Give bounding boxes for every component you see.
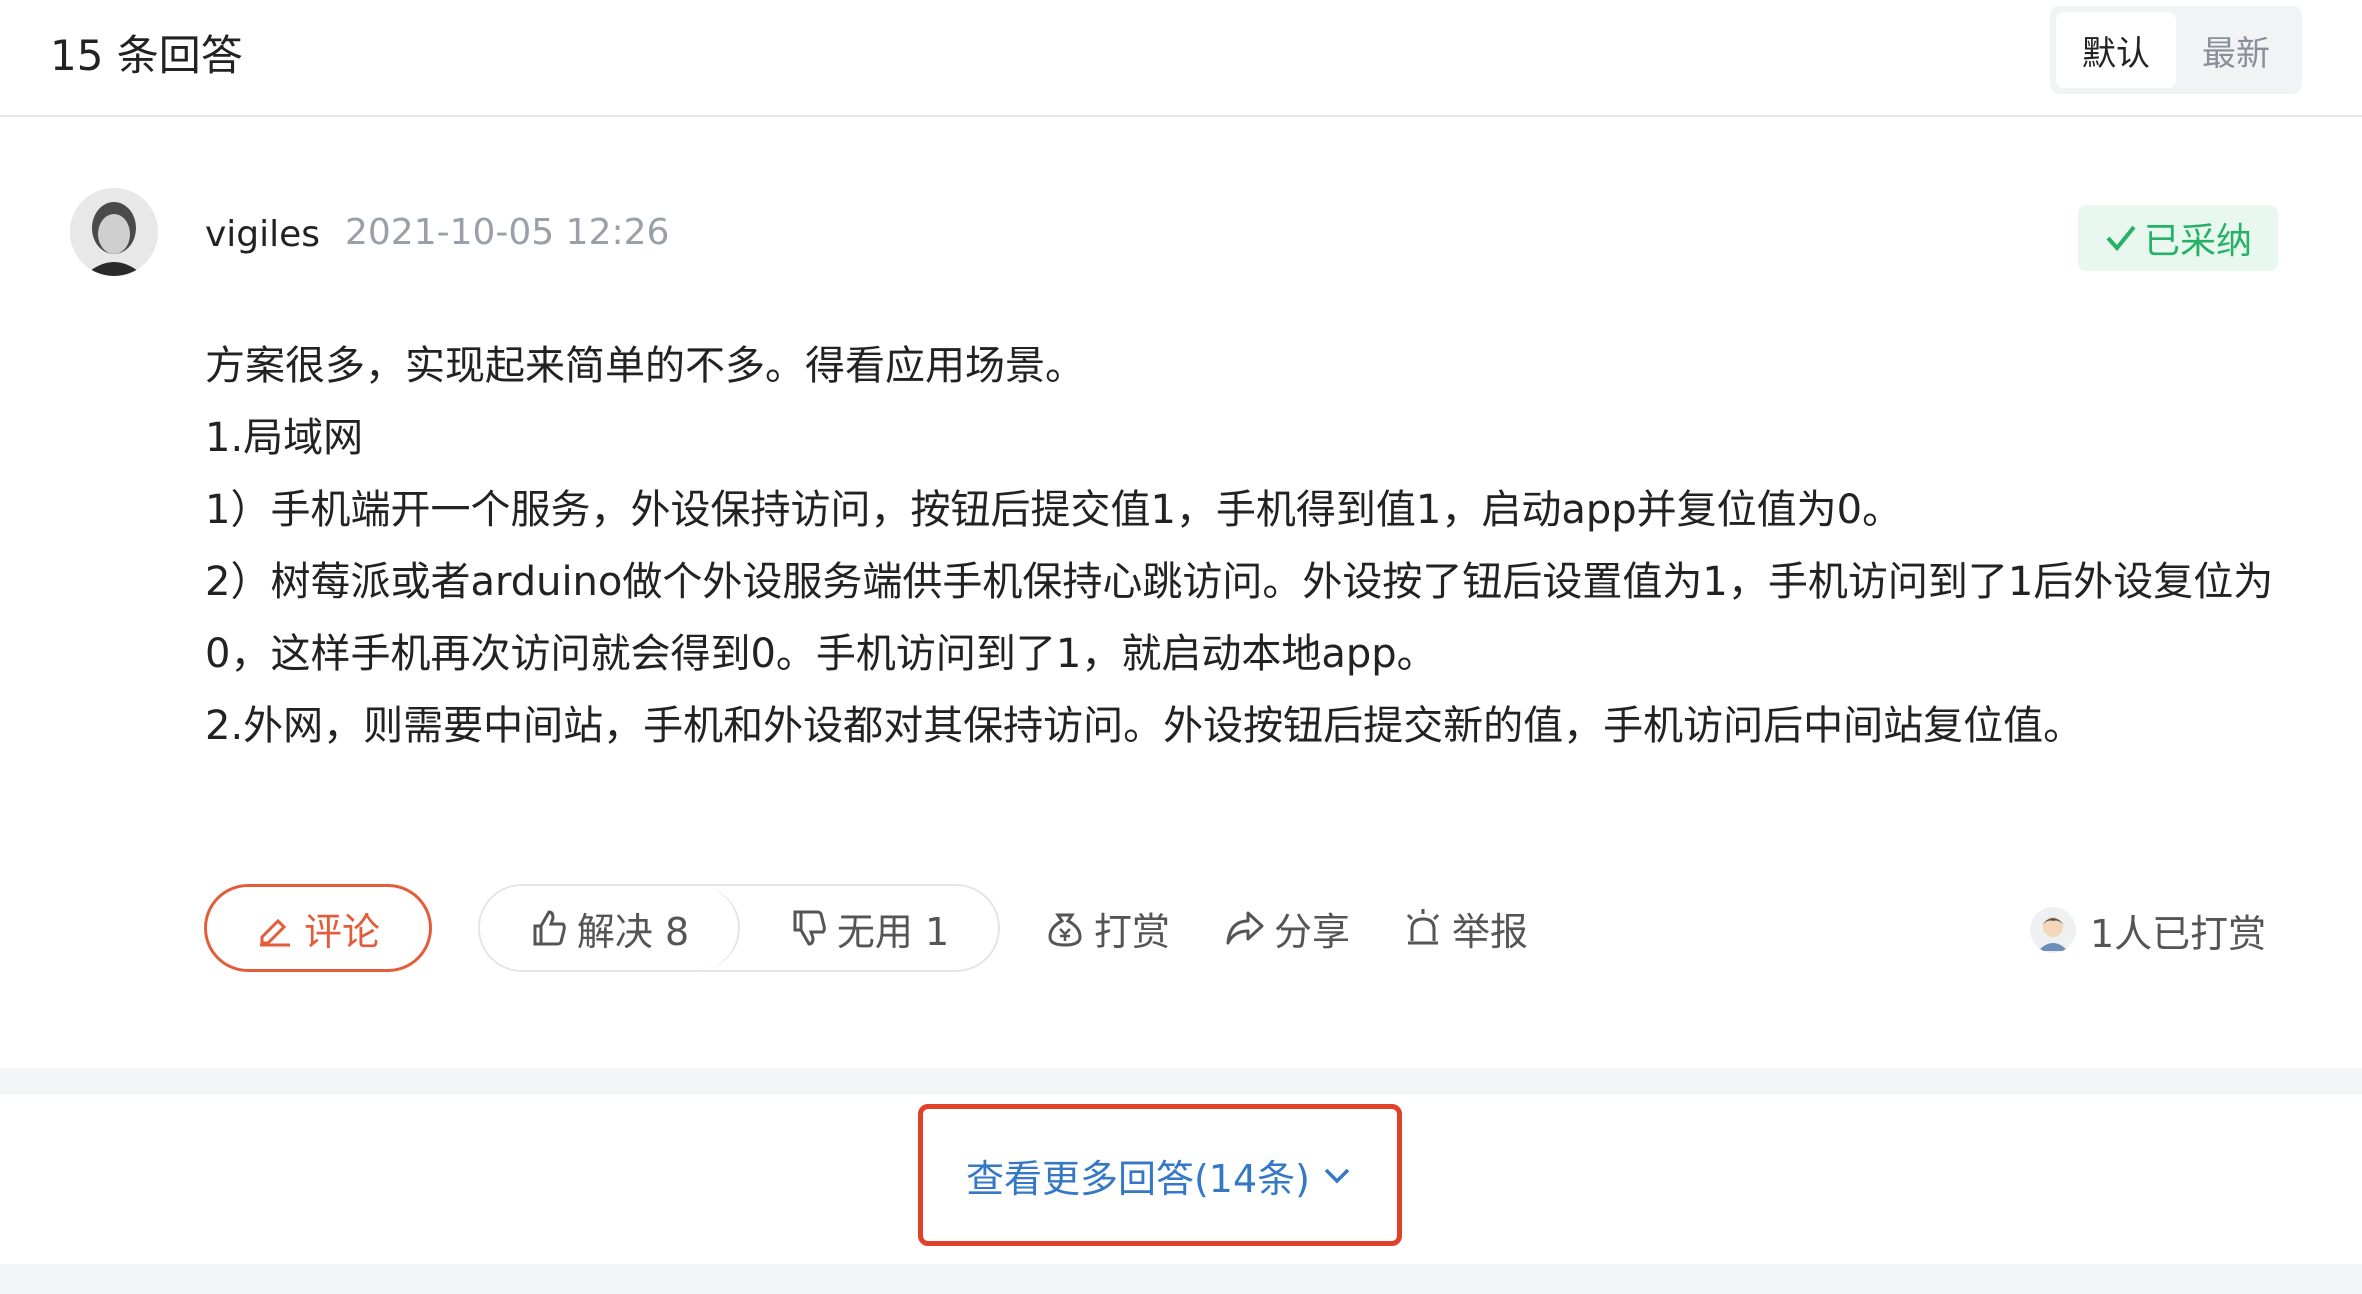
sort-latest-button[interactable]: 最新 (2176, 12, 2296, 88)
alarm-icon (1402, 907, 1444, 949)
author-name[interactable]: vigiles (205, 214, 320, 255)
view-more-label: 查看更多回答(14条) (965, 1156, 1310, 1201)
answers-header: 15 条回答 默认 最新 (0, 0, 2362, 117)
accepted-badge: 已采纳 (2078, 205, 2278, 271)
comment-button[interactable]: 评论 (204, 884, 432, 972)
tipped-info-label: 1人已打赏 (2090, 911, 2267, 956)
tip-label: 打赏 (1094, 909, 1171, 954)
tipped-info[interactable]: 1人已打赏 (2030, 898, 2266, 962)
content-line: 方案很多，实现起来简单的不多。得看应用场景。 (205, 343, 1085, 389)
report-button[interactable]: 举报 (1402, 884, 1528, 972)
share-label: 分享 (1274, 909, 1351, 954)
thumbs-up-icon (529, 908, 569, 948)
content-line: 2.外网，则需要中间站，手机和外设都对其保持访问。外设按钮后提交新的值，手机访问… (205, 703, 2084, 749)
tipper-avatar (2030, 907, 2076, 953)
accepted-label: 已采纳 (2143, 221, 2252, 262)
check-icon (2104, 221, 2138, 255)
share-icon (1224, 907, 1266, 949)
pen-icon (256, 909, 294, 947)
content-line: 1.局域网 (205, 415, 364, 461)
share-button[interactable]: 分享 (1224, 884, 1350, 972)
money-bag-icon (1044, 907, 1086, 949)
answer-content: 方案很多，实现起来简单的不多。得看应用场景。 1.局域网 1）手机端开一个服务，… (205, 330, 2285, 762)
answer-actions: 评论 解决 8 无用 1 打赏 分享 举报 1人已打赏 (0, 884, 2362, 974)
answer-timestamp: 2021-10-05 12:26 (345, 212, 670, 253)
author-avatar[interactable] (70, 188, 158, 276)
tip-button[interactable]: 打赏 (1044, 884, 1170, 972)
solved-label: 解决 8 (576, 909, 690, 954)
useless-label: 无用 1 (836, 909, 950, 954)
solved-button[interactable]: 解决 8 (480, 886, 740, 970)
sort-default-button[interactable]: 默认 (2056, 12, 2176, 88)
thumbs-down-icon (789, 908, 829, 948)
answer-count-title: 15 条回答 (50, 31, 243, 80)
comment-label: 评论 (303, 909, 380, 954)
bottom-divider (0, 1264, 2362, 1294)
content-line: 2）树莓派或者arduino做个外设服务端供手机保持心跳访问。外设按了钮后设置值… (205, 559, 2274, 677)
vote-group: 解决 8 无用 1 (478, 884, 1000, 972)
report-label: 举报 (1452, 909, 1529, 954)
chevron-down-icon (1320, 1158, 1354, 1192)
section-divider (0, 1068, 2362, 1094)
useless-button[interactable]: 无用 1 (740, 886, 998, 970)
content-line: 1）手机端开一个服务，外设保持访问，按钮后提交值1，手机得到值1，启动app并复… (205, 487, 1903, 533)
sort-toggle: 默认 最新 (2050, 6, 2302, 94)
view-more-answers-button[interactable]: 查看更多回答(14条) (918, 1104, 1402, 1246)
